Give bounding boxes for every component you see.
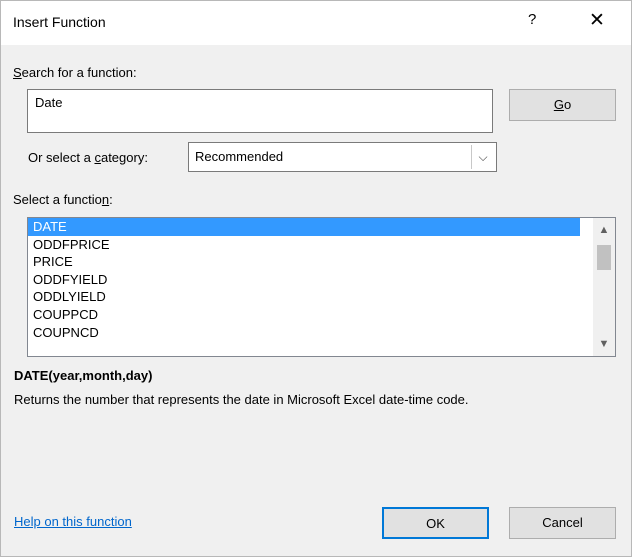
function-item[interactable]: ODDFYIELD bbox=[28, 271, 580, 289]
function-item[interactable]: ODDFPRICE bbox=[28, 236, 580, 254]
function-item[interactable]: PRICE bbox=[28, 253, 580, 271]
go-button[interactable]: Go bbox=[509, 89, 616, 121]
search-input[interactable]: Date bbox=[27, 89, 493, 133]
function-item[interactable]: ODDLYIELD bbox=[28, 288, 580, 306]
function-list[interactable]: DATE ODDFPRICE PRICE ODDFYIELD ODDLYIELD… bbox=[27, 217, 616, 357]
dialog-title: Insert Function bbox=[13, 14, 106, 30]
scrollbar-thumb[interactable] bbox=[597, 245, 611, 270]
close-icon[interactable]: ✕ bbox=[589, 9, 605, 32]
insert-function-dialog: Insert Function ? ✕ Search for a functio… bbox=[0, 0, 632, 557]
go-label-rest: o bbox=[563, 97, 572, 112]
search-label: Search for a function: bbox=[13, 65, 137, 80]
ok-button[interactable]: OK bbox=[382, 507, 489, 539]
search-label-accelerator: S bbox=[13, 65, 22, 80]
help-on-function-link[interactable]: Help on this function bbox=[14, 514, 132, 529]
title-bar: Insert Function ? ✕ bbox=[1, 1, 631, 45]
cancel-button[interactable]: Cancel bbox=[509, 507, 616, 539]
category-selected-value: Recommended bbox=[195, 149, 284, 164]
scroll-down-icon[interactable]: ▼ bbox=[593, 338, 615, 350]
scroll-up-icon[interactable]: ▲ bbox=[593, 224, 615, 236]
category-select[interactable]: Recommended ⌵ bbox=[188, 142, 497, 172]
function-item[interactable]: DATE bbox=[28, 218, 580, 236]
chevron-down-icon[interactable]: ⌵ bbox=[471, 145, 494, 169]
category-label-rest: ategory: bbox=[100, 150, 148, 165]
function-list-label: Select a function: bbox=[13, 192, 113, 207]
go-accelerator: G bbox=[553, 97, 564, 112]
function-label-rest: : bbox=[109, 192, 113, 207]
search-label-rest: earch for a function: bbox=[21, 65, 137, 80]
function-signature: DATE(year,month,day) bbox=[14, 368, 153, 383]
help-question-icon[interactable]: ? bbox=[528, 11, 536, 28]
function-description: Returns the number that represents the d… bbox=[14, 392, 469, 407]
category-label: Or select a category: bbox=[28, 150, 148, 165]
function-item[interactable]: COUPPCD bbox=[28, 306, 580, 324]
function-item[interactable]: COUPNCD bbox=[28, 324, 580, 342]
function-label-prefix: Select a functio bbox=[13, 192, 102, 207]
function-list-scrollbar[interactable]: ▲ ▼ bbox=[593, 218, 615, 356]
category-label-prefix: Or select a bbox=[28, 150, 95, 165]
